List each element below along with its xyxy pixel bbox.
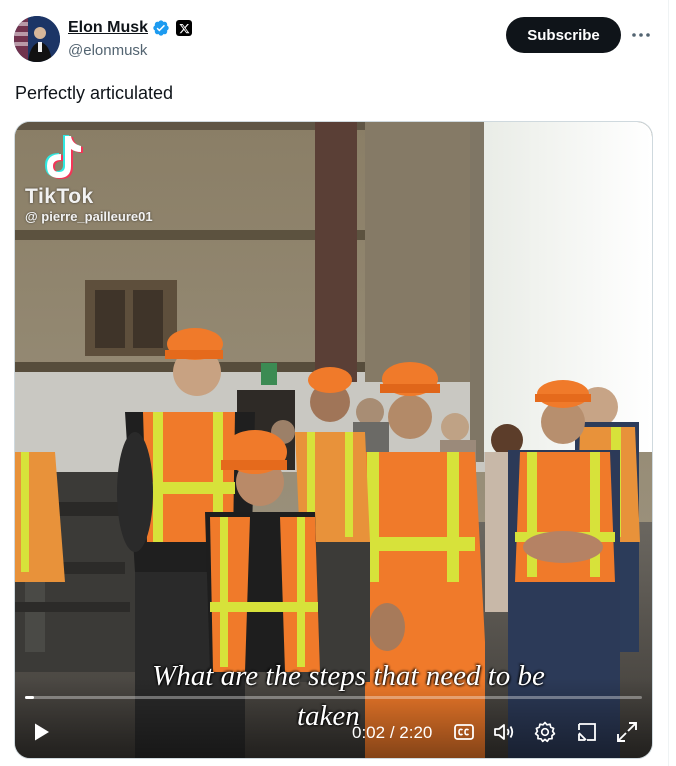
avatar[interactable] bbox=[14, 16, 60, 62]
author-name-row: Elon Musk bbox=[68, 18, 193, 38]
fullscreen-icon[interactable] bbox=[615, 720, 639, 744]
tweet-text: Perfectly articulated bbox=[15, 83, 174, 103]
tweet-page: Elon Musk @elonmusk Subscribe Perfectly … bbox=[0, 0, 676, 766]
tiktok-logo-icon bbox=[39, 132, 87, 184]
video-progress-bar[interactable] bbox=[25, 696, 642, 699]
subscribe-button[interactable]: Subscribe bbox=[506, 17, 621, 53]
author-handle[interactable]: @elonmusk bbox=[68, 42, 147, 59]
author-display-name[interactable]: Elon Musk bbox=[68, 19, 148, 37]
picture-in-picture-icon[interactable] bbox=[575, 720, 599, 744]
time-separator: / bbox=[385, 723, 400, 742]
video-player[interactable]: TikTok @ pierre_pailleure01 What are the… bbox=[14, 121, 653, 759]
more-horizontal-icon[interactable] bbox=[630, 24, 652, 46]
tiktok-username: @ pierre_pailleure01 bbox=[25, 209, 153, 224]
verified-badge-icon[interactable] bbox=[152, 19, 170, 37]
volume-icon[interactable] bbox=[492, 720, 516, 744]
x-logo-icon[interactable] bbox=[176, 20, 193, 36]
settings-icon[interactable] bbox=[533, 720, 557, 744]
video-progress-fill bbox=[25, 696, 35, 699]
duration: 2:20 bbox=[399, 723, 433, 742]
video-time-readout: 0:02 / 2:20 bbox=[352, 723, 432, 743]
current-time: 0:02 bbox=[352, 723, 386, 742]
column-divider bbox=[668, 0, 669, 766]
subtitle-line-2: taken bbox=[297, 700, 360, 732]
tiktok-wordmark: TikTok bbox=[25, 185, 94, 208]
captions-icon[interactable] bbox=[452, 720, 476, 744]
play-icon[interactable] bbox=[29, 720, 53, 744]
subtitle-line-1: What are the steps that need to be bbox=[152, 660, 545, 692]
